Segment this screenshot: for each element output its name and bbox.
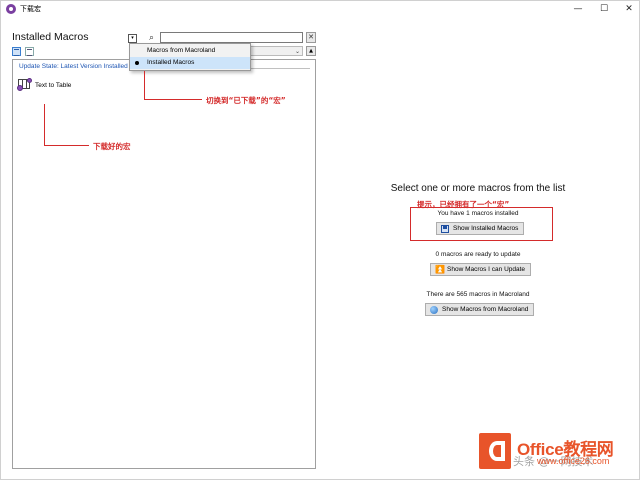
source-dropdown-menu: Macros from Macroland Installed Macros <box>129 43 251 71</box>
annotation-line <box>44 104 45 146</box>
annotation-switch-note: 切换到“已下载”的“宏” <box>206 96 286 105</box>
window-title: 下载宏 <box>20 5 41 13</box>
macro-label: Text to Table <box>35 82 72 89</box>
button-label: Show Macros I can Update <box>447 266 526 273</box>
app-logo-icon <box>6 4 16 14</box>
search-input[interactable] <box>160 32 303 43</box>
update-count-text: 0 macros are ready to update <box>435 251 521 258</box>
annotation-downloaded-note: 下载好的宏 <box>93 142 131 151</box>
globe-icon <box>430 306 438 314</box>
source-dropdown-button[interactable]: ▾ <box>128 34 137 43</box>
search-icon: ⌕ <box>149 33 155 43</box>
annotation-line <box>144 71 145 100</box>
macroland-count-text: There are 565 macros in Macroland <box>426 291 530 298</box>
minimize-button[interactable]: — <box>567 2 589 16</box>
empty-state-title: Select one or more macros from the list <box>390 183 566 194</box>
list-view-button[interactable] <box>25 47 34 56</box>
maximize-button[interactable]: ☐ <box>593 2 615 16</box>
installed-count-text: You have 1 macros installed <box>437 210 519 217</box>
update-state-header[interactable]: Update State: Latest Version Installed <box>19 63 128 70</box>
double-up-arrow-icon: ⏫ <box>435 265 445 274</box>
table-macro-icon <box>17 78 32 92</box>
selected-bullet-icon <box>135 61 139 65</box>
save-icon <box>441 225 449 233</box>
button-label: Show Macros from Macroland <box>442 306 529 313</box>
annotation-line <box>44 145 89 146</box>
button-label: Show Installed Macros <box>453 225 519 232</box>
app-window: 下载宏 — ☐ ✕ Installed Macros ▾ ⌕ ✕ ⌄ ▲ Upd… <box>0 0 640 480</box>
menu-item-installed-macros[interactable]: Installed Macros <box>130 57 250 69</box>
menu-item-macros-from-macroland[interactable]: Macros from Macroland <box>130 45 250 57</box>
watermark-url: www.office26.com <box>537 456 610 466</box>
show-macroland-macros-button[interactable]: Show Macros from Macroland <box>425 303 535 316</box>
show-update-macros-button[interactable]: ⏫ Show Macros I can Update <box>430 263 532 276</box>
search-clear-button[interactable]: ✕ <box>306 32 316 43</box>
sort-direction-button[interactable]: ▲ <box>306 46 316 56</box>
chevron-down-icon: ⌄ <box>294 48 300 55</box>
pane-title: Installed Macros <box>12 31 89 43</box>
menu-item-label: Installed Macros <box>147 59 195 66</box>
close-button[interactable]: ✕ <box>618 2 640 16</box>
large-icon-view-button[interactable] <box>12 47 21 56</box>
office-logo-icon <box>479 433 513 471</box>
show-installed-macros-button[interactable]: Show Installed Macros <box>436 222 525 235</box>
title-bar: 下载宏 — ☐ ✕ <box>1 1 639 18</box>
macro-list[interactable]: Update State: Latest Version Installed T… <box>12 59 316 469</box>
menu-item-label: Macros from Macroland <box>147 47 216 54</box>
annotation-line <box>144 99 202 100</box>
